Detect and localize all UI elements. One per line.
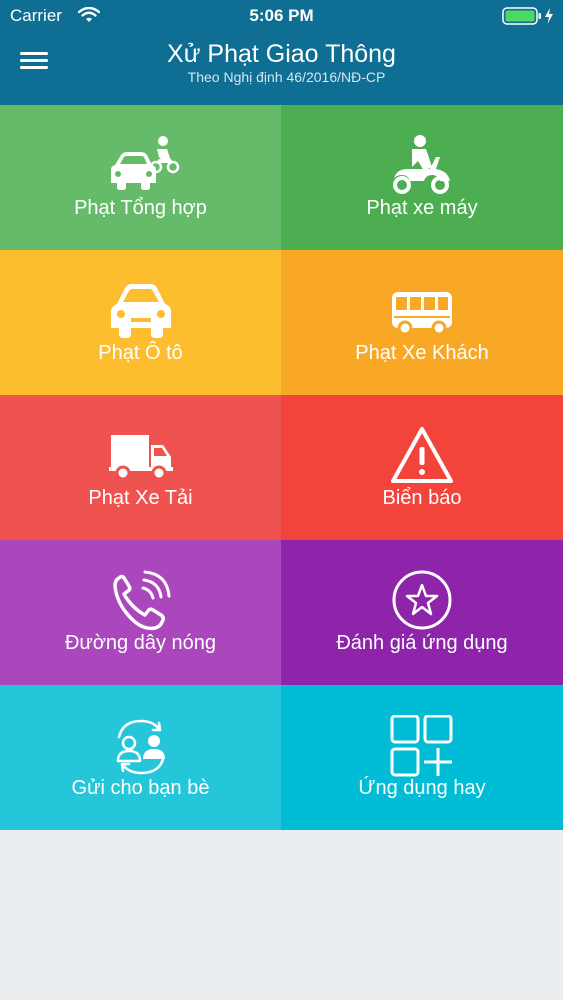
tile-traffic-signs[interactable]: Biển báo (281, 395, 563, 540)
tile-hotline[interactable]: Đường dây nóng (0, 540, 281, 685)
tile-label: Phạt Xe Khách (355, 342, 489, 364)
tile-general-fines[interactable]: Phạt Tổng hợp (0, 105, 281, 250)
star-icon (281, 570, 563, 632)
tile-rate-app[interactable]: Đánh giá ứng dụng (281, 540, 563, 685)
battery-icon (502, 7, 542, 30)
page-subtitle: Theo Nghị định 46/2016/NĐ-CP (187, 69, 386, 85)
tile-coach-fines[interactable]: Phạt Xe Khách (281, 250, 563, 395)
tile-label: Gửi cho bạn bè (71, 777, 210, 799)
tile-label: Phạt Xe Tải (88, 487, 193, 509)
bus-icon (281, 280, 563, 342)
tile-motorbike-fines[interactable]: Phạt xe máy (281, 105, 563, 250)
tile-car-fines[interactable]: Phạt Ô tô (0, 250, 281, 395)
tile-label: Phạt Tổng hợp (74, 197, 207, 219)
tile-label: Biển báo (382, 487, 462, 509)
title-block: Xử Phạt Giao Thông Theo Nghị định 46/201… (0, 40, 563, 86)
app-header: Carrier 5:06 PM Xử Phạt Giao Thông Theo … (0, 0, 563, 105)
menu-grid: Phạt Tổng hợp Phạt xe máy Phạt Ô tô Phạt… (0, 105, 563, 832)
tile-label: Ứng dụng hay (358, 777, 486, 799)
car-motorbike-icon (0, 135, 281, 197)
clock: 5:06 PM (249, 6, 314, 25)
share-users-icon (0, 715, 281, 777)
tile-label: Đường dây nóng (64, 632, 217, 654)
truck-icon (0, 425, 281, 487)
car-icon (0, 280, 281, 342)
tile-share-friends[interactable]: Gửi cho bạn bè (0, 685, 281, 830)
status-bar: Carrier 5:06 PM (0, 0, 563, 32)
scooter-icon (281, 135, 563, 197)
tile-label: Phạt Ô tô (98, 342, 183, 364)
tile-truck-fines[interactable]: Phạt Xe Tải (0, 395, 281, 540)
phone-icon (0, 570, 281, 632)
tile-label: Phạt xe máy (366, 197, 478, 219)
warning-icon (281, 425, 563, 487)
apps-icon (281, 715, 563, 777)
tile-label: Đánh giá ứng dụng (336, 632, 508, 654)
charging-icon (544, 7, 554, 30)
tile-recommended-apps[interactable]: Ứng dụng hay (281, 685, 563, 830)
page-title: Xử Phạt Giao Thông (167, 40, 396, 68)
